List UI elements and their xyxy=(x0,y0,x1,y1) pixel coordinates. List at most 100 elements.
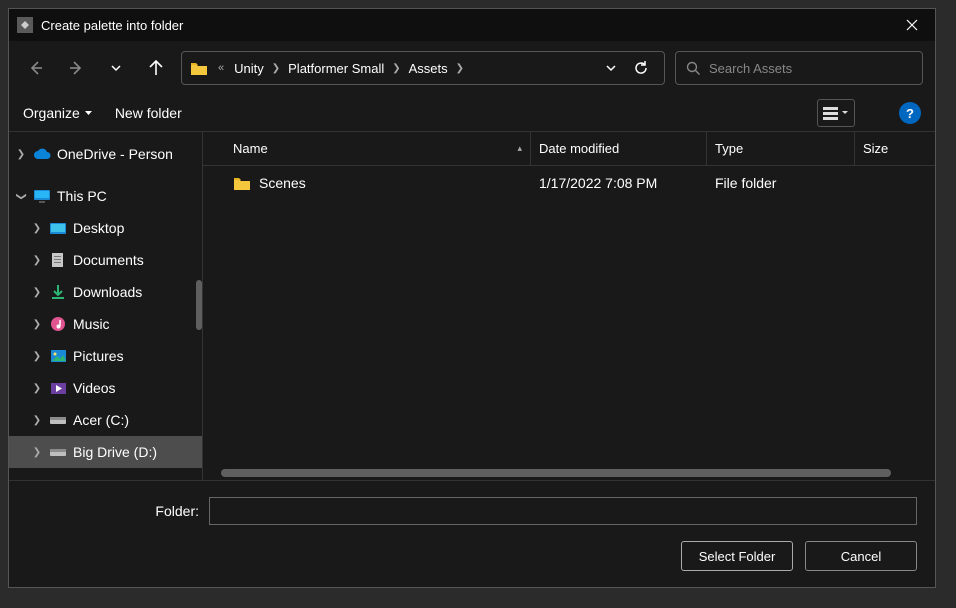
expander-icon[interactable]: ❯ xyxy=(31,447,43,458)
chevron-right-icon[interactable]: ❯ xyxy=(272,63,280,74)
file-type: File folder xyxy=(707,175,855,191)
tree-item-documents[interactable]: ❯ Documents xyxy=(9,244,202,276)
folder-icon xyxy=(233,176,251,191)
tree-item-drive-c[interactable]: ❯ Acer (C:) xyxy=(9,404,202,436)
videos-icon xyxy=(49,380,67,396)
tree-label: Desktop xyxy=(73,220,124,236)
desktop-icon xyxy=(49,220,67,236)
tree-item-desktop[interactable]: ❯ Desktop xyxy=(9,212,202,244)
column-header-date[interactable]: Date modified xyxy=(531,132,707,165)
folder-icon xyxy=(190,61,208,76)
sort-indicator-icon: ▴ xyxy=(517,143,522,154)
expander-icon[interactable]: ❯ xyxy=(31,415,43,426)
search-box[interactable] xyxy=(675,51,923,85)
downloads-icon xyxy=(49,284,67,300)
tree-label: This PC xyxy=(57,188,107,204)
column-label: Type xyxy=(715,141,743,156)
list-view-icon xyxy=(823,107,838,120)
monitor-icon xyxy=(33,188,51,204)
column-label: Size xyxy=(863,141,888,156)
column-header-type[interactable]: Type xyxy=(707,132,855,165)
cancel-button[interactable]: Cancel xyxy=(805,541,917,571)
tree-label: OneDrive - Person xyxy=(57,146,173,162)
expander-icon[interactable]: ❯ xyxy=(31,255,43,266)
overflow-chevron-icon[interactable]: « xyxy=(218,62,224,74)
file-area: Name ▴ Date modified Type Size Scenes xyxy=(203,132,935,480)
dialog-footer: Folder: Select Folder Cancel xyxy=(9,480,935,587)
help-icon: ? xyxy=(906,106,914,121)
tree-label: Pictures xyxy=(73,348,124,364)
music-icon xyxy=(49,316,67,332)
command-bar: Organize New folder ? xyxy=(9,95,935,131)
tree-item-this-pc[interactable]: ❯ This PC xyxy=(9,180,202,212)
tree-item-drive-d[interactable]: ❯ Big Drive (D:) xyxy=(9,436,202,468)
tree-item-onedrive[interactable]: ❯ OneDrive - Person xyxy=(9,138,202,170)
horizontal-scrollbar[interactable] xyxy=(203,466,935,480)
drive-icon xyxy=(49,444,67,460)
column-header-size[interactable]: Size xyxy=(855,132,925,165)
expander-icon[interactable]: ❯ xyxy=(31,223,43,234)
new-folder-label: New folder xyxy=(115,105,182,121)
refresh-button[interactable] xyxy=(626,53,656,83)
up-button[interactable] xyxy=(141,53,171,83)
window-title: Create palette into folder xyxy=(41,18,889,33)
organize-menu[interactable]: Organize xyxy=(23,105,93,121)
nav-tree: ❯ OneDrive - Person ❯ This PC ❯ Desktop … xyxy=(9,132,203,480)
address-dropdown-button[interactable] xyxy=(596,53,626,83)
folder-label: Folder: xyxy=(27,503,199,519)
organize-label: Organize xyxy=(23,105,80,121)
close-button[interactable] xyxy=(889,9,935,41)
select-folder-button[interactable]: Select Folder xyxy=(681,541,793,571)
app-icon xyxy=(17,17,33,33)
chevron-right-icon[interactable]: ❯ xyxy=(456,63,464,74)
dialog-body: ❯ OneDrive - Person ❯ This PC ❯ Desktop … xyxy=(9,131,935,480)
tree-label: Downloads xyxy=(73,284,142,300)
help-button[interactable]: ? xyxy=(899,102,921,124)
tree-label: Acer (C:) xyxy=(73,412,129,428)
recent-dropdown[interactable] xyxy=(101,53,131,83)
forward-button[interactable] xyxy=(61,53,91,83)
pictures-icon xyxy=(49,348,67,364)
tree-label: Big Drive (D:) xyxy=(73,444,157,460)
expander-icon[interactable]: ❯ xyxy=(31,287,43,298)
tree-label: Documents xyxy=(73,252,144,268)
expander-icon[interactable]: ❯ xyxy=(16,190,27,202)
file-date: 1/17/2022 7:08 PM xyxy=(531,175,707,191)
breadcrumb-segment[interactable]: Platformer Small xyxy=(282,57,390,80)
expander-icon[interactable]: ❯ xyxy=(31,319,43,330)
chevron-down-icon xyxy=(841,109,849,117)
file-name: Scenes xyxy=(259,175,306,191)
folder-name-row: Folder: xyxy=(27,497,917,525)
column-label: Date modified xyxy=(539,141,619,156)
search-icon xyxy=(686,61,701,76)
back-button[interactable] xyxy=(21,53,51,83)
tree-item-music[interactable]: ❯ Music xyxy=(9,308,202,340)
nav-toolbar: « Unity ❯ Platformer Small ❯ Assets ❯ xyxy=(9,41,935,95)
expander-icon[interactable]: ❯ xyxy=(31,383,43,394)
file-row[interactable]: Scenes 1/17/2022 7:08 PM File folder xyxy=(203,166,935,200)
titlebar: Create palette into folder xyxy=(9,9,935,41)
address-bar[interactable]: « Unity ❯ Platformer Small ❯ Assets ❯ xyxy=(181,51,665,85)
documents-icon xyxy=(49,252,67,268)
cloud-icon xyxy=(33,146,51,162)
expander-icon[interactable]: ❯ xyxy=(15,149,27,160)
tree-item-pictures[interactable]: ❯ Pictures xyxy=(9,340,202,372)
search-input[interactable] xyxy=(709,61,912,76)
button-row: Select Folder Cancel xyxy=(27,541,917,571)
nav-scrollbar-thumb[interactable] xyxy=(196,280,202,330)
scrollbar-thumb[interactable] xyxy=(221,469,891,477)
tree-label: Music xyxy=(73,316,110,332)
tree-item-videos[interactable]: ❯ Videos xyxy=(9,372,202,404)
column-label: Name xyxy=(233,141,268,156)
tree-item-downloads[interactable]: ❯ Downloads xyxy=(9,276,202,308)
view-menu-button[interactable] xyxy=(817,99,855,127)
folder-name-input[interactable] xyxy=(209,497,917,525)
expander-icon[interactable]: ❯ xyxy=(31,351,43,362)
column-headers: Name ▴ Date modified Type Size xyxy=(203,132,935,166)
column-header-name[interactable]: Name ▴ xyxy=(225,132,531,165)
breadcrumb-segment[interactable]: Assets xyxy=(403,57,454,80)
chevron-right-icon[interactable]: ❯ xyxy=(392,63,400,74)
file-list[interactable]: Scenes 1/17/2022 7:08 PM File folder xyxy=(203,166,935,466)
breadcrumb-segment[interactable]: Unity xyxy=(228,57,270,80)
new-folder-button[interactable]: New folder xyxy=(115,105,182,121)
